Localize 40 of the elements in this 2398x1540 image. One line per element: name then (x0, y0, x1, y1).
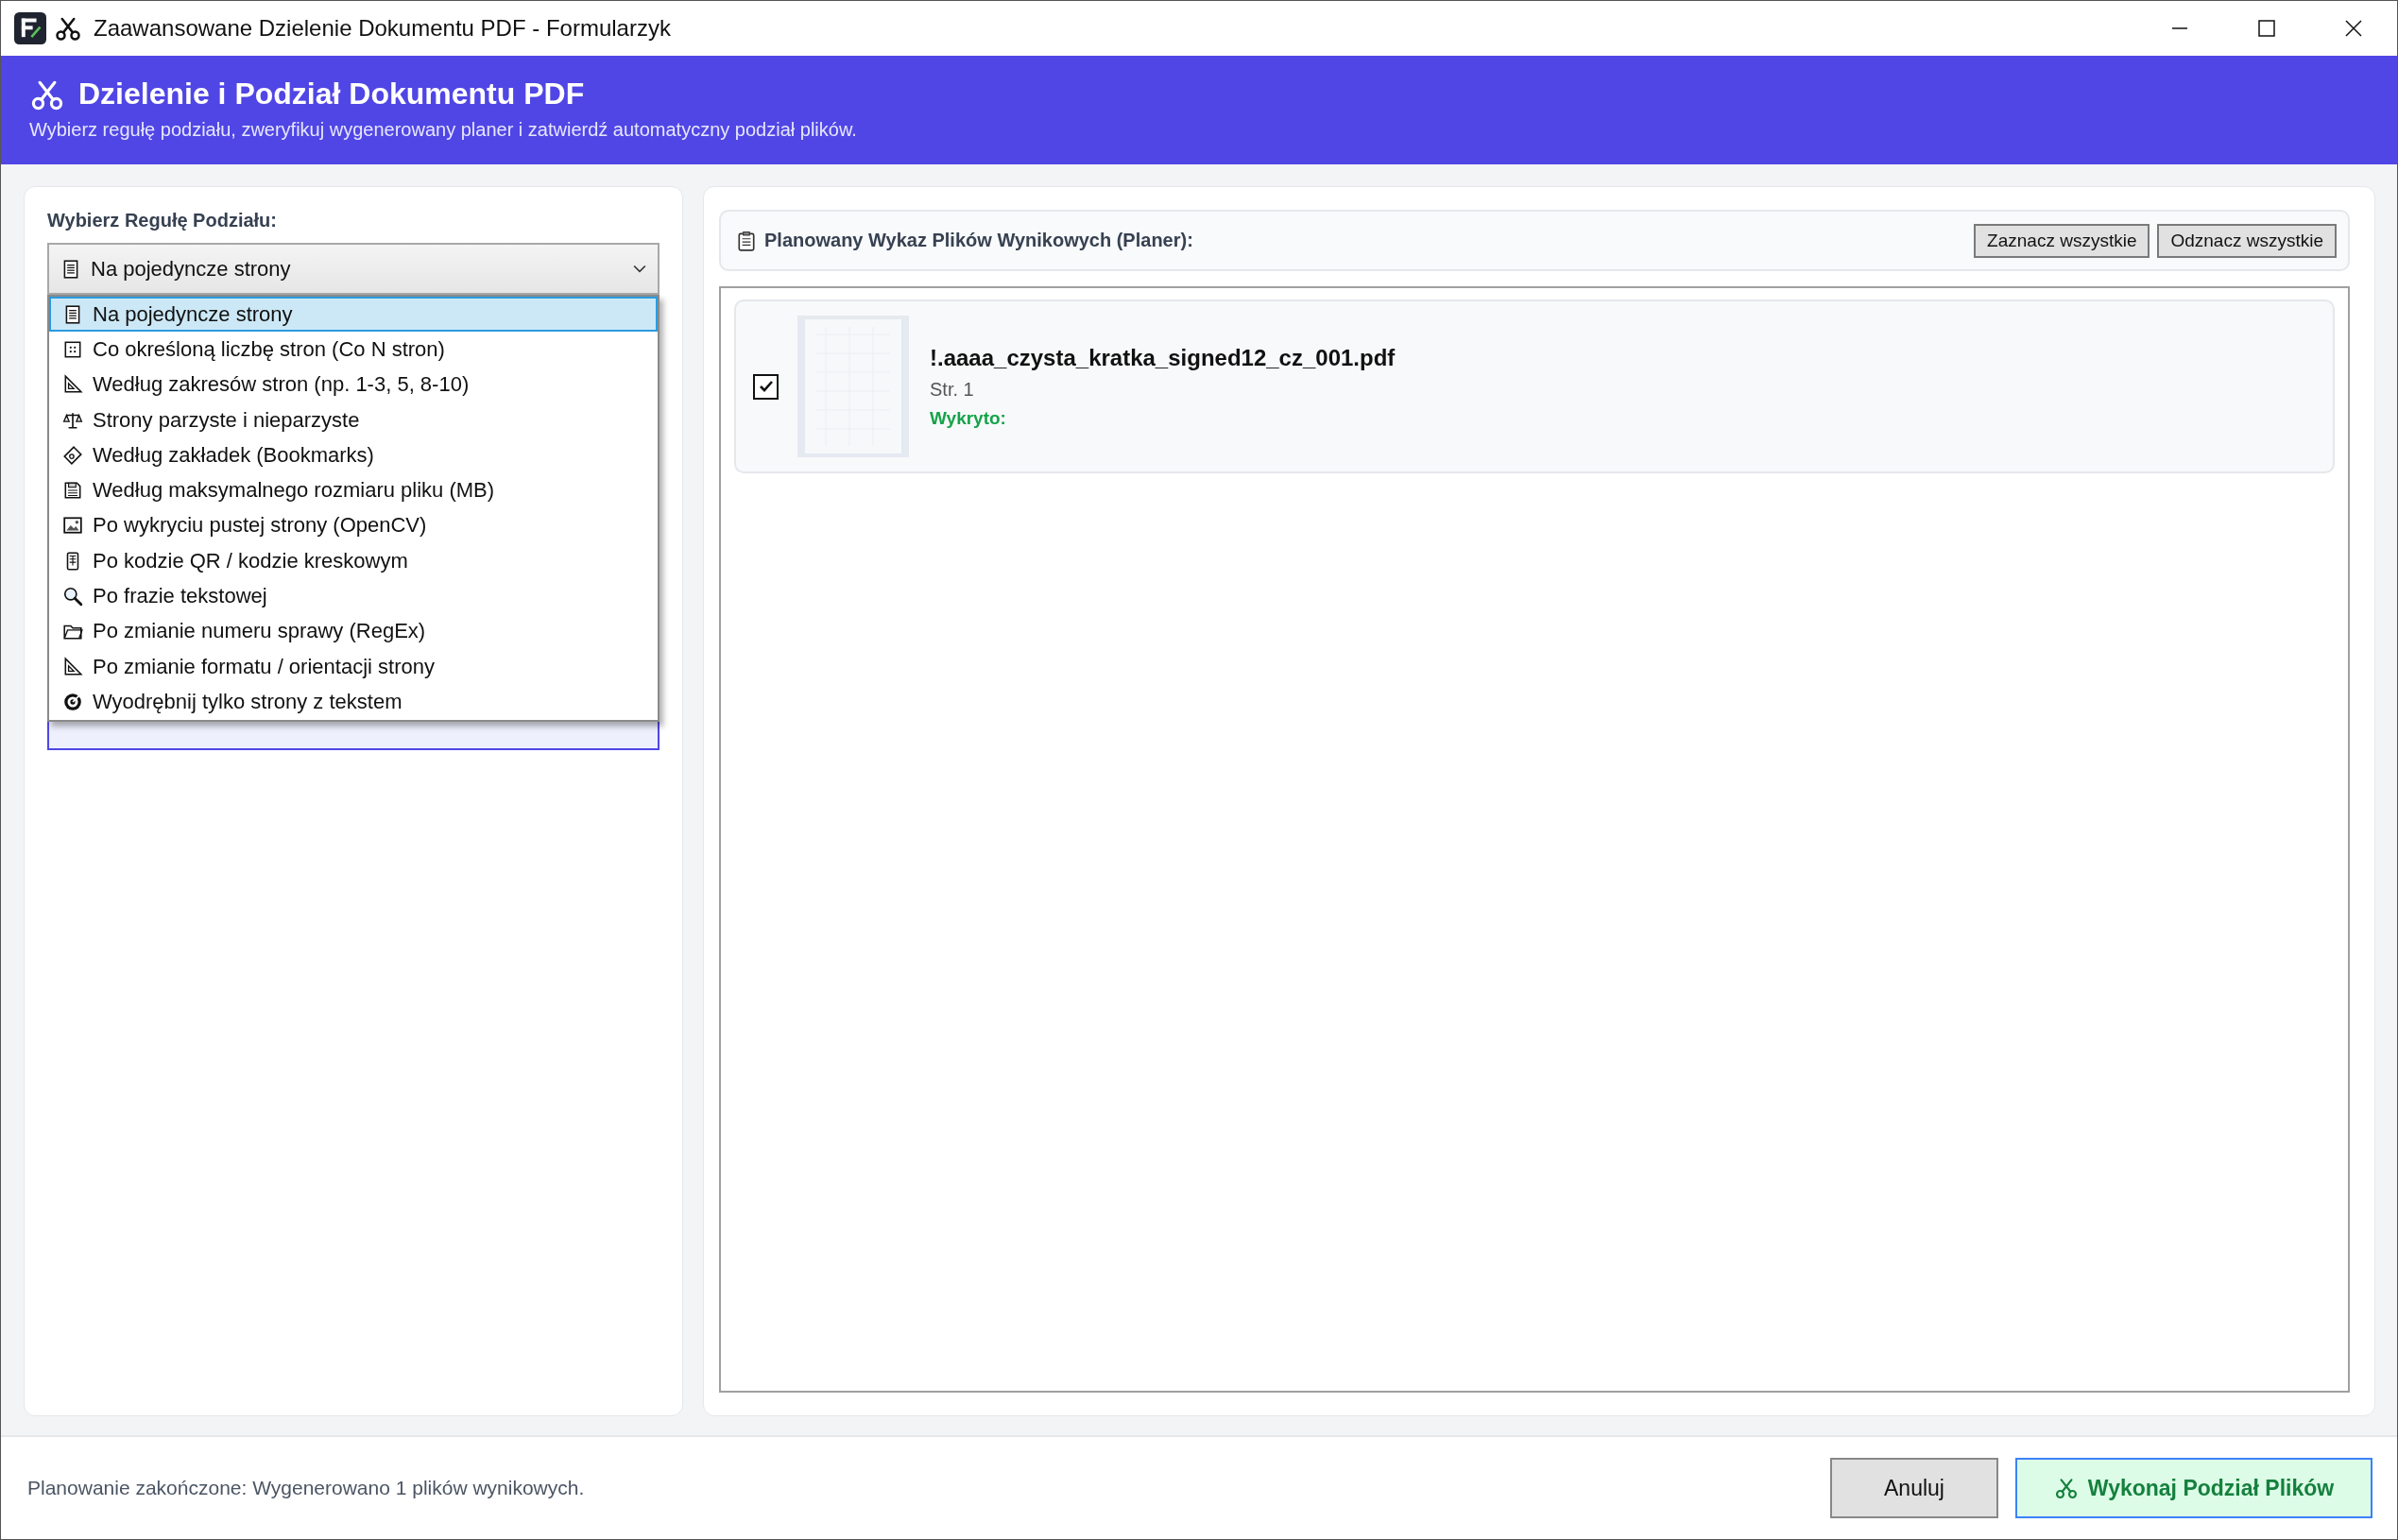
page-title: Dzielenie i Podział Dokumentu PDF (78, 77, 585, 111)
magnifier-icon (62, 586, 83, 607)
maximize-icon (2257, 19, 2276, 38)
planner-title: Planowany Wykaz Plików Wynikowych (Planer): (764, 230, 1193, 251)
triangle-ruler-icon (62, 656, 83, 677)
dropdown-option[interactable]: Po zmianie formatu / orientacji strony (49, 648, 658, 685)
selection-button[interactable]: Odznacz wszystkie (2157, 223, 2337, 258)
detection-label: Wykryto: (930, 407, 1006, 429)
dropdown-option[interactable]: Według zakładek (Bookmarks) (49, 437, 658, 473)
dropdown-option[interactable]: Co określoną liczbę stron (Co N stron) (49, 332, 658, 368)
scissors-icon (2053, 1477, 2079, 1499)
dropdown-option[interactable]: Według maksymalnego rozmiaru pliku (MB) (49, 472, 658, 508)
window-title: Zaawansowane Dzielenie Dokumentu PDF - Formularzyk (94, 15, 671, 42)
cancel-button[interactable]: Anuluj (1830, 1458, 1998, 1518)
dropdown-option[interactable]: Po wykryciu pustej strony (OpenCV) (49, 507, 658, 544)
page-subtitle: Wybierz regułę podziału, zweryfikuj wygenerowany planer i zatwierdź automatyczny podział plików. (29, 119, 858, 141)
file-name: !.aaaa_czysta_kratka_signed12_cz_001.pdf (930, 344, 1396, 371)
status-message: Planowanie zakończone: Wygenerowano 1 plików wynikowych. (27, 1477, 585, 1499)
dropdown-option[interactable]: Po zmianie numeru sprawy (RegEx) (49, 613, 658, 649)
dropdown-option[interactable]: Po kodzie QR / kodzie kreskowym (49, 543, 658, 579)
app-logo-icon (14, 12, 46, 44)
dropdown-option[interactable]: Na pojedyncze strony (49, 297, 658, 333)
dropdown-option[interactable]: Strony parzyste i nieparzyste (49, 402, 658, 438)
dropdown-option[interactable]: Według zakresów stron (np. 1-3, 5, 8-10) (49, 367, 658, 402)
framed-picture-icon (62, 515, 83, 537)
target-icon (62, 691, 83, 712)
selection-button[interactable]: Zaznacz wszystkie (1974, 223, 2150, 258)
minimize-icon (2172, 27, 2187, 29)
dropdown-option[interactable]: Wyodrębnij tylko strony z tekstem (49, 684, 658, 720)
tag-icon (62, 444, 83, 466)
scissors-icon (54, 15, 82, 42)
clipboard-icon (736, 230, 757, 251)
execute-button[interactable]: Wykonaj Podział Plików (2015, 1458, 2372, 1518)
page-info: Str. 1 (930, 378, 974, 401)
caret-icon (633, 264, 646, 274)
rule-dropdown[interactable]: Na pojedyncze strony (47, 243, 659, 295)
dropdown-option[interactable]: Po frazie tekstowej (49, 578, 658, 614)
checkbox[interactable] (753, 373, 779, 400)
close-icon (2344, 19, 2363, 38)
field-label: Wybierz Regułę Podziału: (47, 210, 278, 231)
